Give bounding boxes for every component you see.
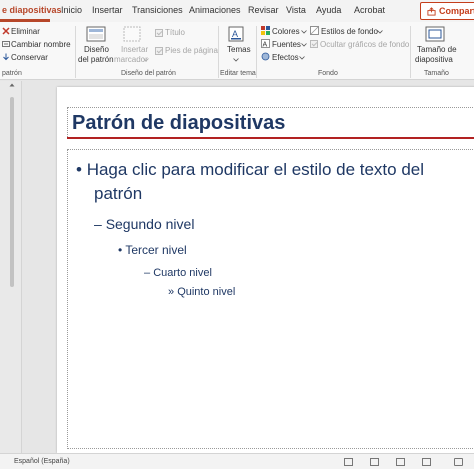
tab-slide-master[interactable]: e diapositivas [2, 5, 62, 15]
chevron-down-icon [299, 56, 305, 60]
diseno-del-patron-label-1[interactable]: Diseño [84, 45, 109, 54]
rename-icon [2, 41, 10, 47]
insertar-marcador-label-1[interactable]: Insertar [121, 45, 148, 54]
tab-inicio[interactable]: Inicio [61, 5, 82, 15]
svg-text:A: A [232, 29, 238, 39]
titulo-checkbox-label: Título [165, 28, 186, 37]
bullet-level-1: • [76, 160, 82, 179]
bullet-level-4: – [144, 267, 151, 279]
tab-insertar[interactable]: Insertar [92, 5, 123, 15]
eliminar-button[interactable]: Eliminar [11, 27, 40, 36]
master-layout-group-label: Diseño del patrón [121, 70, 176, 77]
tab-animaciones[interactable]: Animaciones [189, 5, 241, 15]
text-level-2: – Segundo nivel [94, 216, 194, 232]
background-styles-icon [310, 26, 319, 35]
chevron-down-icon [143, 58, 149, 62]
ocultar-graficos-checkbox[interactable] [310, 40, 318, 48]
text-level-5-label: Quinto nivel [177, 286, 236, 298]
bullet-level-2: – [94, 216, 102, 232]
bullet-level-5: » [168, 286, 175, 298]
text-level-3-label: Tercer nivel [125, 243, 187, 257]
colors-icon [261, 26, 270, 35]
reading-view-icon[interactable] [396, 458, 405, 466]
temas-button[interactable]: Temas [227, 45, 251, 54]
size-group-label: Tamaño [424, 70, 449, 77]
language-status[interactable]: Español (España) [14, 458, 70, 465]
ribbon-tab-bar: e diapositivas Inicio Insertar Transicio… [0, 0, 474, 22]
master-slide[interactable]: Patrón de diapositivas • Haga clic para … [57, 87, 474, 453]
chevron-down-icon [233, 58, 239, 62]
pies-de-pagina-checkbox[interactable] [155, 47, 163, 55]
pies-de-pagina-label: Pies de página [165, 46, 218, 55]
tab-revisar[interactable]: Revisar [248, 5, 279, 15]
group-separator [218, 26, 219, 78]
text-level-4-label: Cuarto nivel [153, 267, 212, 279]
conservar-button[interactable]: Conservar [11, 53, 48, 62]
insert-placeholder-icon [123, 26, 141, 42]
slide-size-icon [425, 26, 445, 42]
diseno-del-patron-label-2[interactable]: del patrón [78, 55, 114, 64]
status-bar: Español (España) [0, 453, 474, 469]
slide-sorter-icon[interactable] [370, 458, 379, 466]
master-layout-icon [86, 26, 106, 42]
chevron-down-icon [377, 30, 383, 34]
tab-vista[interactable]: Vista [286, 5, 306, 15]
group-separator [75, 26, 76, 78]
text-level-1-line2: patrón [94, 184, 143, 203]
tab-transiciones[interactable]: Transiciones [132, 5, 183, 15]
body-placeholder[interactable]: • Haga clic para modificar el estilo de … [67, 149, 474, 449]
slideshow-icon[interactable] [422, 458, 431, 466]
powerpoint-window: e diapositivas Inicio Insertar Transicio… [0, 0, 474, 469]
tamano-diapositiva-label-1[interactable]: Tamaño de [417, 45, 457, 54]
tamano-diapositiva-label-2[interactable]: diapositiva [415, 55, 453, 64]
edit-master-group-label: patrón [2, 70, 22, 77]
efectos-dropdown[interactable]: Efectos [272, 53, 299, 62]
slide-title: Patrón de diapositivas [72, 112, 286, 134]
text-level-2-label: Segundo nivel [105, 216, 195, 232]
thumbnail-scrollbar-thumb[interactable] [10, 97, 14, 287]
fonts-icon: A [261, 39, 270, 48]
background-group-label: Fondo [318, 70, 338, 77]
tab-ayuda[interactable]: Ayuda [316, 5, 341, 15]
title-rule [67, 137, 474, 139]
scroll-up-icon[interactable] [9, 83, 15, 87]
titulo-checkbox[interactable] [155, 29, 163, 37]
colores-dropdown[interactable]: Colores [272, 27, 300, 36]
group-separator [410, 26, 411, 78]
title-placeholder[interactable]: Patrón de diapositivas [67, 107, 474, 139]
delete-icon [2, 27, 10, 35]
tab-acrobat[interactable]: Acrobat [354, 5, 385, 15]
bullet-level-3: • [118, 243, 123, 257]
text-level-5: » Quinto nivel [168, 286, 235, 298]
chevron-down-icon [301, 43, 307, 47]
cambiar-nombre-button[interactable]: Cambiar nombre [11, 40, 71, 49]
group-separator [256, 26, 257, 78]
effects-icon [261, 52, 270, 61]
preserve-icon [3, 53, 9, 61]
zoom-icon[interactable] [454, 458, 463, 466]
fuentes-dropdown[interactable]: Fuentes [272, 40, 301, 49]
slide-editing-area: Patrón de diapositivas • Haga clic para … [23, 81, 474, 453]
share-icon [427, 7, 436, 16]
themes-icon: A [228, 26, 244, 42]
normal-view-icon[interactable] [344, 458, 353, 466]
text-level-1-line1: Haga clic para modificar el estilo de te… [86, 160, 425, 179]
chevron-down-icon [301, 30, 307, 34]
ribbon: Eliminar Cambiar nombre Conservar patrón… [0, 22, 474, 80]
share-button[interactable]: Compartir [420, 2, 474, 20]
text-level-3: • Tercer nivel [118, 243, 187, 257]
share-label: Compartir [439, 6, 474, 16]
estilos-de-fondo-dropdown[interactable]: Estilos de fondo [321, 27, 378, 36]
text-level-1: • Haga clic para modificar el estilo de … [76, 158, 424, 182]
thumbnail-pane [0, 81, 22, 453]
svg-text:A: A [263, 42, 268, 49]
edit-theme-group-label: Editar tema [220, 70, 256, 77]
ocultar-graficos-label: Ocultar gráficos de fondo [320, 40, 410, 49]
text-level-4: – Cuarto nivel [144, 267, 212, 279]
